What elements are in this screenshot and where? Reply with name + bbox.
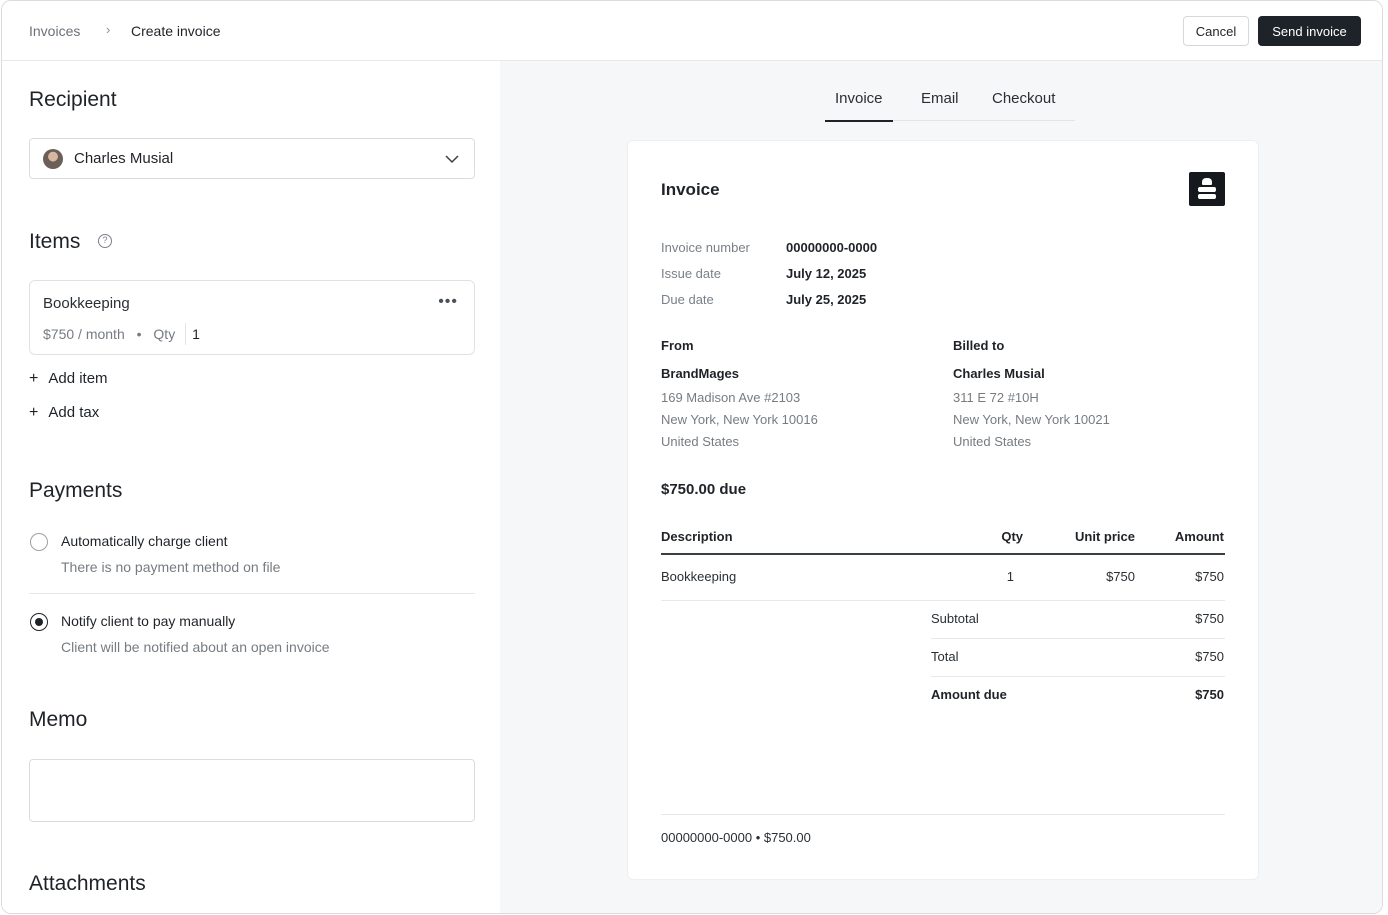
chevron-right-icon: › [106,22,111,37]
col-unit-price-header: Unit price [1075,529,1135,544]
col-qty-header: Qty [1001,529,1023,544]
send-invoice-button[interactable]: Send invoice [1258,16,1361,46]
recipient-heading: Recipient [29,88,117,111]
col-description-header: Description [661,529,733,544]
col-amount-header: Amount [1174,529,1224,544]
amount-due-value: $750 [1195,687,1224,702]
auto-charge-radio[interactable] [30,533,48,551]
add-tax-button[interactable]: + Add tax [29,404,99,422]
add-item-button[interactable]: + Add item [29,370,108,388]
tab-invoice[interactable]: Invoice [825,90,892,122]
from-address-line: 169 Madison Ave #2103 [661,390,801,405]
due-date-label: Due date [661,292,714,307]
notify-manually-subtitle: Client will be notified about an open in… [61,639,330,655]
payments-heading: Payments [29,479,123,502]
cancel-button[interactable]: Cancel [1183,16,1249,46]
line-item-meta: $750 / month • Qty 1 [43,323,206,345]
help-icon[interactable]: ? [98,234,112,248]
tab-checkout[interactable]: Checkout [992,90,1055,107]
notify-manually-radio[interactable] [30,613,48,631]
invoice-document: Invoice Invoice number 00000000-0000 Iss… [627,140,1259,880]
from-name: BrandMages [661,366,740,381]
chevron-down-icon [445,155,459,164]
invoice-title: Invoice [661,180,720,199]
line-item-name: Bookkeeping [43,295,130,312]
row-divider [931,638,1225,639]
plus-icon: + [29,404,39,421]
line-item-qty-label: Qty [153,326,176,342]
recipient-select[interactable]: Charles Musial [29,138,475,179]
breadcrumb-invoices-link[interactable]: Invoices [29,23,80,39]
from-address-line: United States [661,434,740,449]
memo-input[interactable] [29,759,475,822]
line-item-price: $750 / month [43,326,125,342]
subtotal-label: Subtotal [931,611,979,626]
app-window: Invoices › Create invoice Cancel Send in… [1,0,1383,914]
table-header-rule [661,553,1225,555]
amount-due-label: Amount due [931,687,1007,702]
dot-separator: • [136,326,142,342]
avatar [43,149,63,169]
tab-email[interactable]: Email [921,90,959,107]
items-heading: Items [29,230,81,253]
breadcrumb-current: Create invoice [131,23,221,39]
top-bar: Invoices › Create invoice Cancel Send in… [2,1,1382,61]
auto-charge-subtitle: There is no payment method on file [61,559,281,575]
billed-to-address-line: 311 E 72 #10H [953,390,1039,405]
add-item-label: Add item [48,370,108,387]
line-item-qty-input[interactable]: 1 [185,323,206,345]
notify-manually-title: Notify client to pay manually [61,613,236,629]
from-address-line: New York, New York 10016 [661,412,818,427]
recipient-selected-value: Charles Musial [74,150,174,167]
company-logo-icon [1189,172,1225,206]
billed-to-heading: Billed to [953,338,1005,353]
divider [29,593,475,594]
preview-tabs: Invoice Email Checkout [825,61,1075,122]
row-unit-price: $750 [1106,569,1135,584]
issue-date-value: July 12, 2025 [786,266,867,281]
invoice-form-panel: Recipient Charles Musial Items ? Bookkee… [2,61,500,913]
billed-to-name: Charles Musial [953,366,1045,381]
row-divider [661,600,1225,601]
due-date-value: July 25, 2025 [786,292,867,307]
amount-due-heading: $750.00 due [661,481,747,498]
attachments-heading: Attachments [29,872,146,895]
invoice-footer: 00000000-0000 • $750.00 [661,830,811,845]
auto-charge-title: Automatically charge client [61,533,228,549]
add-tax-label: Add tax [48,404,100,421]
memo-heading: Memo [29,708,88,731]
total-value: $750 [1195,649,1224,664]
billed-to-address-line: New York, New York 10021 [953,412,1110,427]
from-heading: From [661,338,694,353]
more-options-icon[interactable]: ••• [438,293,458,311]
invoice-number-label: Invoice number [661,240,750,255]
plus-icon: + [29,370,39,387]
row-amount: $750 [1195,569,1224,584]
subtotal-value: $750 [1195,611,1224,626]
footer-rule [661,814,1225,815]
row-divider [931,676,1225,677]
invoice-number-value: 00000000-0000 [786,240,878,255]
billed-to-address-line: United States [953,434,1032,449]
row-qty: 1 [1006,569,1014,584]
invoice-preview-panel: Invoice Email Checkout Invoice Invoice n… [500,61,1382,913]
line-item-card[interactable]: Bookkeeping ••• $750 / month • Qty 1 [29,280,475,355]
total-label: Total [931,649,959,664]
row-description: Bookkeeping [661,569,737,584]
issue-date-label: Issue date [661,266,721,281]
